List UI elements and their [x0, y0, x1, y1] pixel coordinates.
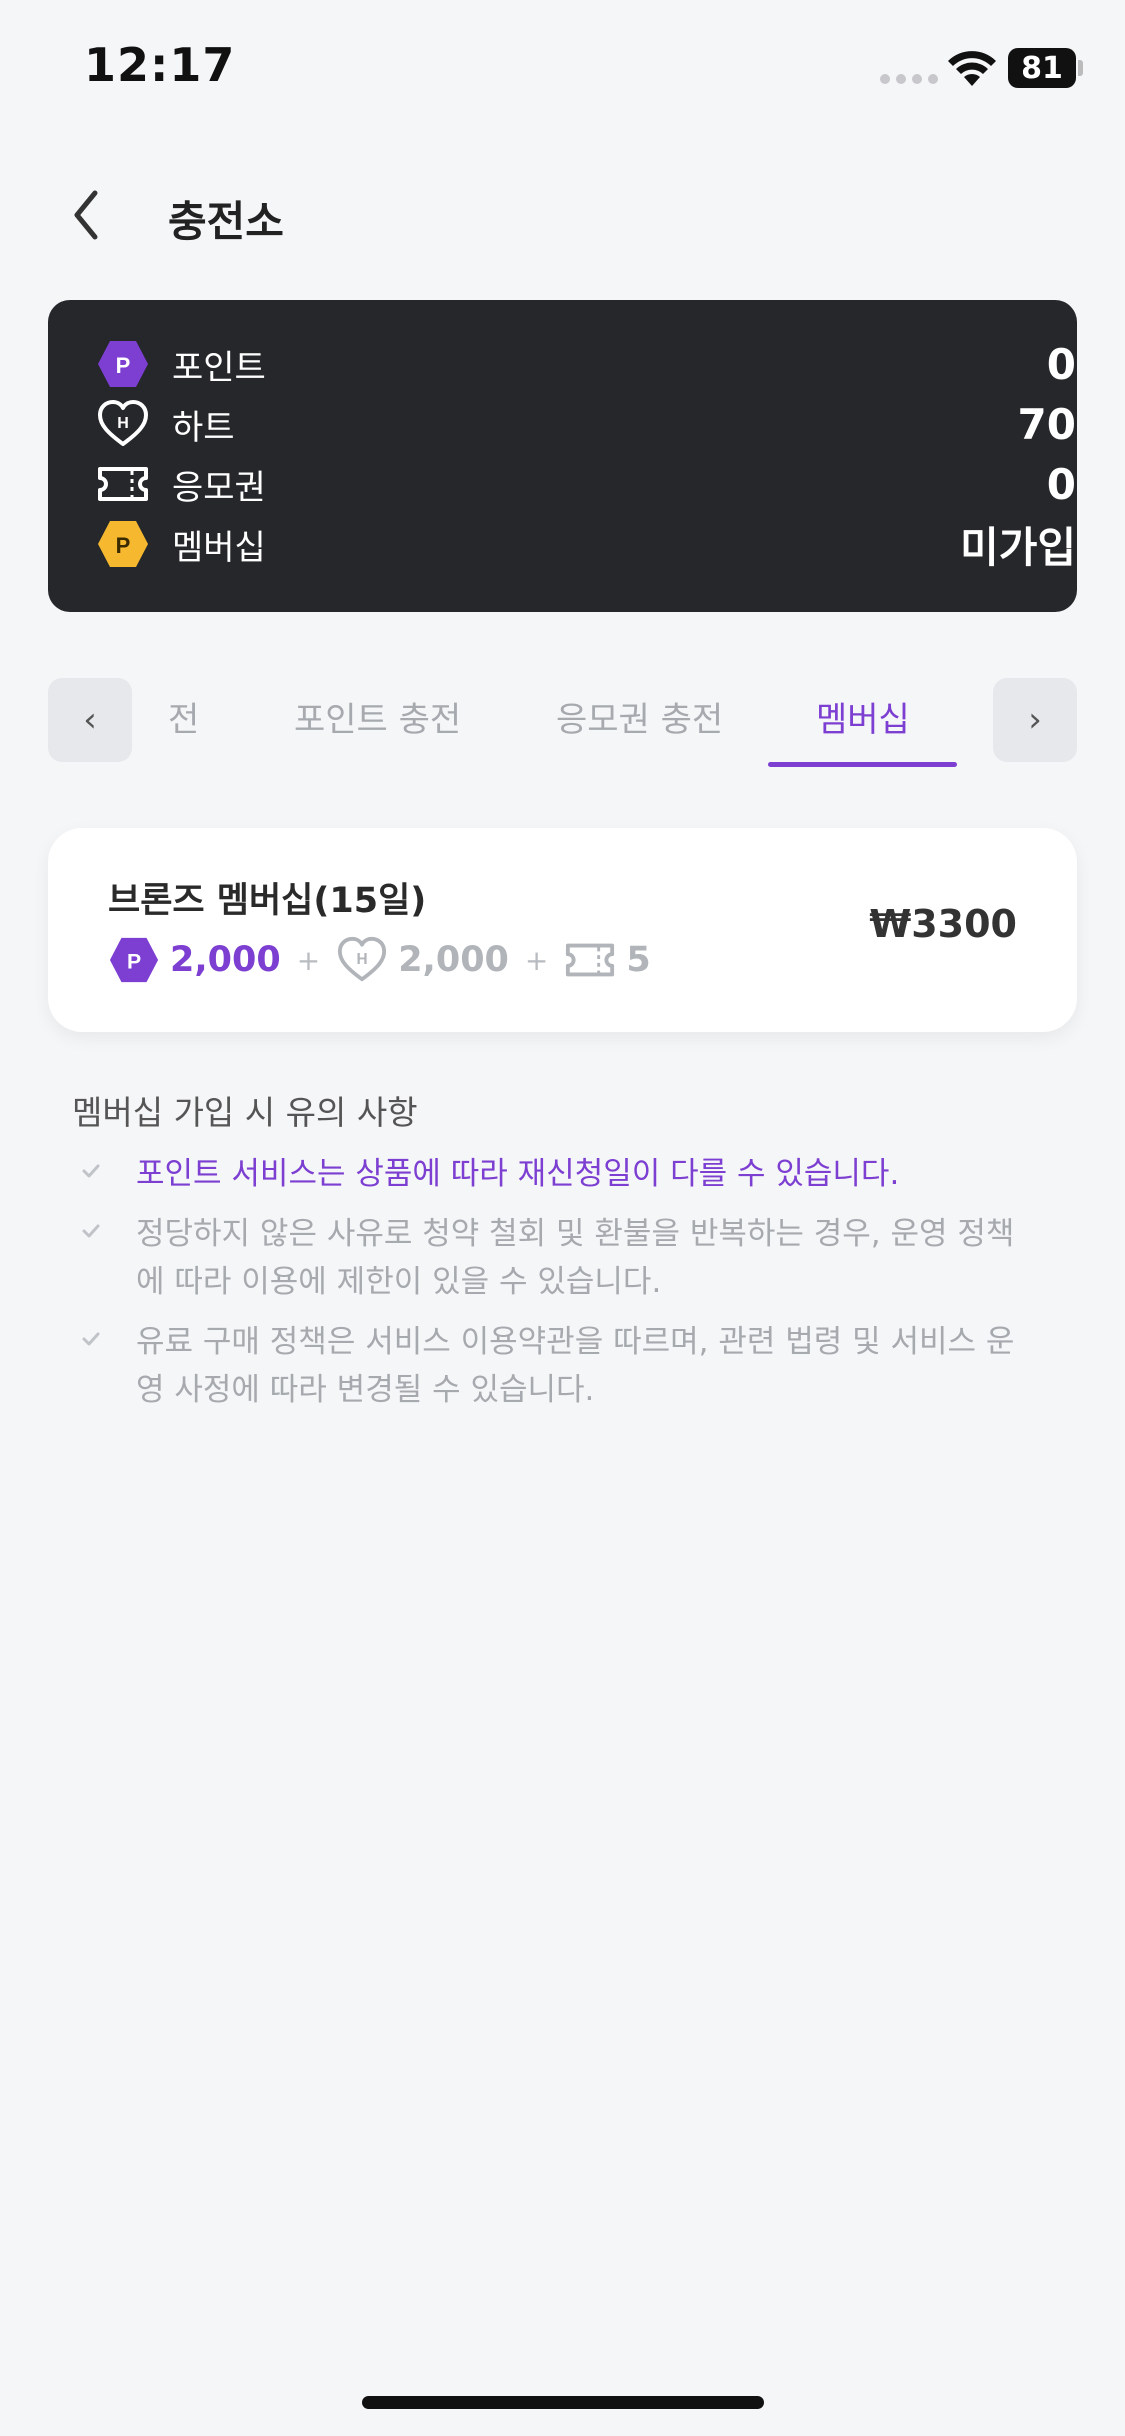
back-button[interactable] [56, 180, 116, 250]
ticket-icon [564, 934, 616, 986]
balance-label: 응모권 [172, 467, 266, 508]
active-tab-indicator [768, 762, 957, 767]
reward-tickets-value: 5 [626, 940, 651, 980]
battery-icon: 81 [1008, 48, 1076, 88]
ticket-icon [96, 457, 150, 511]
reward-hearts-value: 2,000 [398, 940, 509, 980]
battery-tip [1078, 60, 1083, 76]
page-title: 충전소 [168, 197, 284, 246]
balance-card: P 포인트 0 H 하트 70 응모권 0 P 멤버십 미가입 [48, 300, 1077, 612]
points-hex-icon: P [108, 934, 160, 986]
tab-membership[interactable]: 멤버십 [816, 692, 910, 741]
points-icon-letter: P [116, 353, 131, 378]
membership-product-card[interactable]: 브론즈 멤버십(15일) P 2,000 + H 2,000 + 5 ₩3300 [48, 828, 1077, 1032]
chevron-left-icon [74, 190, 98, 240]
balance-value: 70 [1017, 399, 1076, 449]
tab-partial[interactable]: 전 [168, 692, 199, 741]
check-icon [82, 1224, 100, 1238]
membership-icon-letter: P [116, 533, 131, 558]
balance-row-points: P 포인트 0 [96, 336, 1076, 392]
cellular-signal-icon [880, 74, 938, 84]
heart-icon-letter: H [117, 415, 129, 432]
product-title: 브론즈 멤버십(15일) [108, 881, 427, 921]
balance-value: 0 [1046, 339, 1076, 389]
notice-title: 멤버십 가입 시 유의 사항 [72, 1093, 418, 1132]
balance-label: 하트 [172, 407, 235, 448]
home-indicator [362, 2396, 764, 2409]
tab-point-charge[interactable]: 포인트 충전 [294, 692, 461, 741]
tab-scroll-prev-button[interactable]: ‹ [48, 678, 132, 762]
balance-row-hearts: H 하트 70 [96, 396, 1076, 452]
heart-icon: H [336, 934, 388, 986]
notice-list: 포인트 서비스는 상품에 따라 재신청일이 다를 수 있습니다. 정당하지 않은… [72, 1150, 1032, 1426]
notice-item-text: 포인트 서비스는 상품에 따라 재신청일이 다를 수 있습니다. [136, 1156, 900, 1192]
status-time: 12:17 [84, 38, 236, 92]
plus-sign: + [524, 943, 549, 977]
balance-value: 0 [1046, 459, 1076, 509]
heart-icon-letter: H [357, 951, 368, 968]
balance-label: 멤버십 [172, 527, 266, 568]
product-price: ₩3300 [869, 902, 1017, 946]
points-hex-icon: P [96, 337, 150, 391]
notice-item-text: 정당하지 않은 사유로 청약 철회 및 환불을 반복하는 경우, 운영 정책에 … [136, 1216, 1015, 1300]
check-icon [82, 1164, 100, 1178]
balance-row-membership: P 멤버십 미가입 [96, 516, 1076, 572]
tab-ticket-charge[interactable]: 응모권 충전 [556, 692, 723, 741]
plus-sign: + [296, 943, 321, 977]
notice-item: 포인트 서비스는 상품에 따라 재신청일이 다를 수 있습니다. [72, 1150, 1032, 1198]
balance-value: 미가입 [960, 522, 1076, 572]
tab-bar: 전 포인트 충전 응모권 충전 멤버십 [132, 678, 993, 768]
status-bar: 12:17 81 [0, 0, 1125, 140]
balance-row-tickets: 응모권 0 [96, 456, 1076, 512]
product-rewards: P 2,000 + H 2,000 + 5 [108, 932, 651, 988]
tab-scroll-next-button[interactable]: › [993, 678, 1077, 762]
notice-item: 정당하지 않은 사유로 청약 철회 및 환불을 반복하는 경우, 운영 정책에 … [72, 1210, 1032, 1306]
wifi-icon [948, 51, 996, 86]
balance-label: 포인트 [172, 347, 266, 388]
membership-hex-icon: P [96, 517, 150, 571]
notice-item: 유료 구매 정책은 서비스 이용약관을 따르며, 관련 법령 및 서비스 운영 … [72, 1318, 1032, 1414]
points-icon-letter: P [127, 951, 141, 974]
heart-icon: H [96, 397, 150, 451]
check-icon [82, 1332, 100, 1346]
notice-item-text: 유료 구매 정책은 서비스 이용약관을 따르며, 관련 법령 및 서비스 운영 … [136, 1324, 1015, 1408]
reward-points-value: 2,000 [170, 940, 281, 980]
